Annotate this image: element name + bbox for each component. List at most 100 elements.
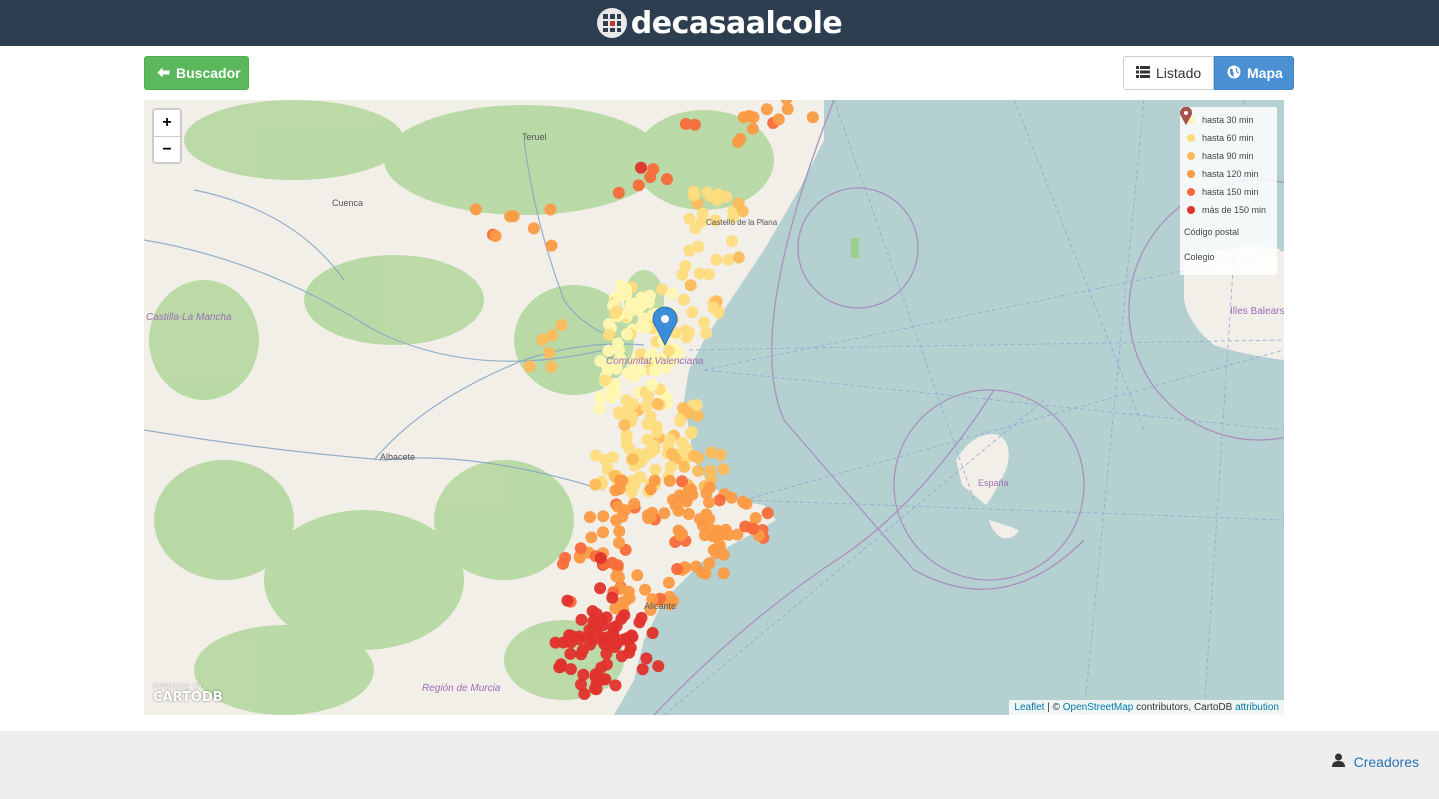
school-marker[interactable] (685, 427, 698, 440)
school-marker[interactable] (575, 648, 588, 661)
school-marker[interactable] (633, 616, 646, 629)
school-marker[interactable] (504, 210, 517, 223)
school-marker[interactable] (675, 528, 688, 540)
school-marker[interactable] (613, 290, 626, 303)
school-marker[interactable] (746, 122, 759, 135)
school-marker[interactable] (682, 483, 695, 496)
school-marker[interactable] (612, 186, 625, 199)
school-marker[interactable] (725, 491, 738, 504)
school-marker[interactable] (682, 508, 695, 520)
school-marker[interactable] (606, 591, 619, 604)
school-marker[interactable] (549, 636, 562, 649)
school-marker[interactable] (686, 306, 699, 319)
school-marker[interactable] (596, 619, 609, 632)
school-marker[interactable] (646, 379, 659, 391)
school-marker[interactable] (577, 668, 590, 681)
school-marker[interactable] (610, 514, 623, 527)
school-marker[interactable] (650, 426, 663, 439)
school-marker[interactable] (717, 463, 730, 476)
school-marker[interactable] (722, 253, 735, 266)
school-marker[interactable] (620, 328, 633, 341)
school-marker[interactable] (593, 402, 606, 415)
school-marker[interactable] (684, 279, 697, 292)
school-marker[interactable] (590, 683, 603, 696)
school-marker[interactable] (674, 415, 687, 428)
school-marker[interactable] (690, 399, 703, 411)
school-marker[interactable] (536, 333, 549, 346)
school-marker[interactable] (700, 508, 713, 521)
school-marker[interactable] (689, 222, 702, 235)
school-marker[interactable] (722, 528, 735, 541)
school-marker[interactable] (781, 103, 794, 115)
school-marker[interactable] (586, 634, 599, 647)
school-marker[interactable] (666, 447, 678, 460)
school-marker[interactable] (585, 531, 598, 544)
school-marker[interactable] (610, 305, 623, 318)
school-marker[interactable] (609, 679, 622, 692)
school-marker[interactable] (676, 268, 689, 281)
school-marker[interactable] (557, 557, 569, 570)
map-view-button[interactable]: Mapa (1214, 56, 1294, 90)
map-canvas[interactable]: Teruel Cuenca Castilla-La Mancha Albacet… (144, 100, 1284, 715)
school-marker[interactable] (555, 319, 568, 332)
school-marker[interactable] (599, 373, 612, 386)
school-marker[interactable] (618, 609, 631, 622)
school-marker[interactable] (749, 512, 762, 524)
zoom-out-button[interactable]: − (154, 136, 180, 162)
school-marker[interactable] (651, 398, 664, 410)
school-marker[interactable] (696, 566, 709, 579)
school-marker[interactable] (642, 512, 655, 525)
school-marker[interactable] (677, 293, 690, 306)
school-marker[interactable] (662, 576, 675, 589)
school-marker[interactable] (613, 525, 626, 538)
school-marker[interactable] (648, 443, 661, 456)
school-marker[interactable] (683, 244, 696, 257)
school-marker[interactable] (702, 268, 715, 281)
school-marker[interactable] (698, 316, 710, 329)
school-marker[interactable] (661, 173, 673, 186)
school-marker[interactable] (545, 239, 558, 252)
school-marker[interactable] (732, 251, 745, 264)
school-marker[interactable] (603, 328, 616, 341)
school-marker[interactable] (652, 660, 665, 673)
school-marker[interactable] (612, 344, 625, 356)
school-marker[interactable] (717, 567, 730, 580)
school-marker[interactable] (632, 179, 645, 192)
school-marker[interactable] (647, 163, 660, 176)
school-marker[interactable] (605, 384, 618, 397)
school-marker[interactable] (615, 650, 628, 663)
school-marker[interactable] (635, 161, 647, 174)
school-marker[interactable] (631, 569, 644, 582)
school-marker[interactable] (555, 660, 568, 673)
leaflet-link[interactable]: Leaflet (1014, 702, 1044, 713)
school-marker[interactable] (594, 552, 607, 565)
school-marker[interactable] (649, 463, 662, 476)
school-marker[interactable] (726, 235, 738, 248)
school-marker[interactable] (602, 344, 615, 357)
school-marker[interactable] (543, 346, 556, 359)
brand[interactable]: decasaalcole (596, 6, 843, 41)
school-marker[interactable] (606, 451, 619, 464)
school-marker[interactable] (707, 530, 719, 543)
map[interactable]: Teruel Cuenca Castilla-La Mancha Albacet… (144, 100, 1284, 715)
school-marker[interactable] (616, 474, 629, 487)
school-marker[interactable] (713, 494, 726, 507)
school-marker[interactable] (640, 652, 653, 665)
school-marker[interactable] (628, 497, 641, 510)
school-marker[interactable] (732, 197, 745, 210)
school-marker[interactable] (704, 464, 717, 477)
school-marker[interactable] (720, 190, 733, 203)
school-marker[interactable] (584, 511, 596, 524)
school-marker[interactable] (600, 658, 613, 671)
school-marker[interactable] (663, 474, 676, 487)
school-marker[interactable] (637, 451, 650, 464)
school-marker[interactable] (589, 478, 602, 491)
school-marker[interactable] (637, 312, 650, 325)
school-marker[interactable] (575, 613, 588, 626)
school-marker[interactable] (578, 688, 591, 700)
school-marker[interactable] (688, 118, 701, 131)
back-to-search-button[interactable]: Buscador (144, 56, 249, 90)
attribution-link[interactable]: attribution (1235, 702, 1279, 713)
school-marker[interactable] (666, 287, 678, 300)
school-marker[interactable] (710, 253, 723, 266)
